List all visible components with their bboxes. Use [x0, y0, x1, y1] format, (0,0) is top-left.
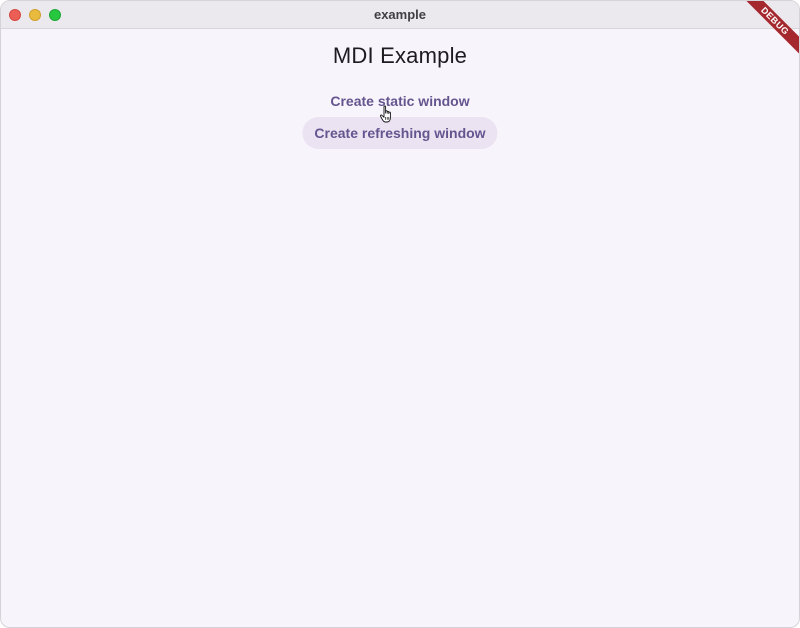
- create-static-window-button[interactable]: Create static window: [318, 85, 481, 117]
- main-content: MDI Example Create static window Create …: [1, 29, 799, 627]
- page-title: MDI Example: [332, 43, 468, 68]
- app-window: example MDI Example Create static window…: [0, 0, 800, 628]
- title-bar[interactable]: example: [1, 1, 799, 29]
- debug-banner: DEBUG: [739, 1, 799, 61]
- create-refreshing-window-button[interactable]: Create refreshing window: [302, 117, 498, 149]
- debug-banner-label: DEBUG: [739, 1, 799, 60]
- pointer-hand-icon: [379, 105, 391, 123]
- window-title: example: [373, 7, 427, 22]
